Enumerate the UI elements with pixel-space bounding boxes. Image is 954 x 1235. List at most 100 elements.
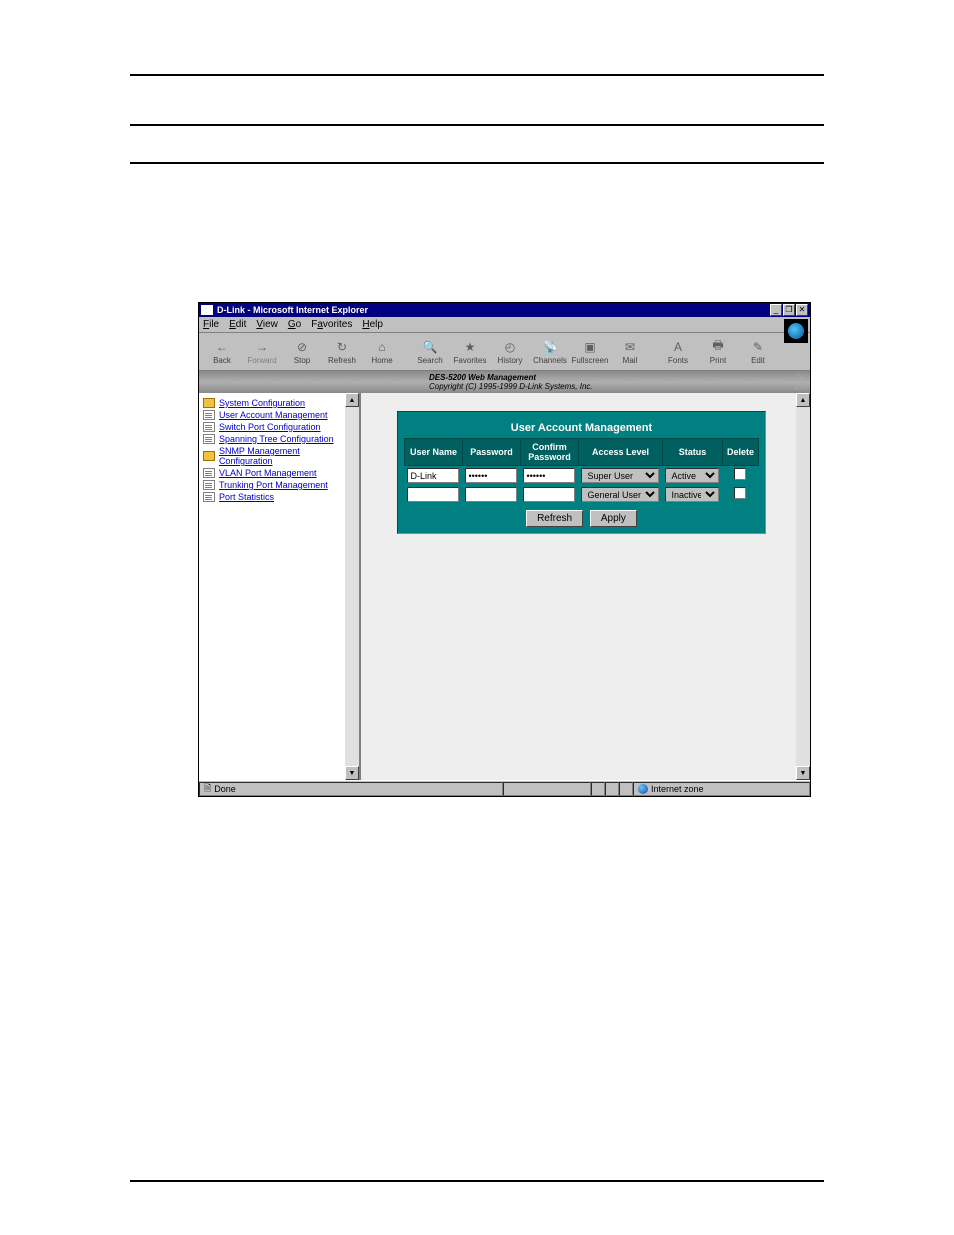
fullscreen-icon: ▣: [582, 339, 598, 355]
access-level-select[interactable]: Super User: [581, 468, 659, 483]
table-row: Super User Active: [404, 466, 758, 486]
fonts-icon: A: [670, 339, 686, 355]
col-user-name: User Name: [404, 439, 462, 466]
home-icon: ⌂: [374, 339, 390, 355]
menu-favorites[interactable]: Favorites: [311, 319, 352, 330]
delete-checkbox[interactable]: [734, 487, 746, 499]
password-input[interactable]: [465, 468, 517, 483]
toolbar: ←Back →Forward ⊘Stop ↻Refresh ⌂Home 🔍Sea…: [199, 333, 810, 371]
nav-tree: System Configuration User Account Manage…: [199, 393, 361, 780]
scroll-down-icon[interactable]: ▼: [796, 766, 810, 780]
channels-icon: 📡: [542, 339, 558, 355]
print-icon: 🖶: [710, 339, 726, 355]
page-icon: [203, 422, 215, 432]
statusbar: 🗎Done Internet zone: [199, 780, 810, 796]
history-icon: ◴: [502, 339, 518, 355]
refresh-icon: ↻: [334, 339, 350, 355]
browser-window: D-Link - Microsoft Internet Explorer _ ❐…: [198, 302, 811, 797]
menu-file[interactable]: File: [203, 319, 219, 330]
menu-help[interactable]: Help: [362, 319, 383, 330]
stop-button[interactable]: ⊘Stop: [283, 339, 321, 365]
mail-button[interactable]: ✉Mail: [611, 339, 649, 365]
status-select[interactable]: Active: [665, 468, 719, 483]
back-button[interactable]: ←Back: [203, 339, 241, 365]
nav-switch-port-configuration[interactable]: Switch Port Configuration: [199, 421, 359, 433]
banner-product: DES-5200 Web Management: [429, 373, 593, 382]
stop-icon: ⊘: [294, 339, 310, 355]
panel-title: User Account Management: [404, 418, 759, 438]
ie-page-icon: 🗎: [204, 781, 211, 797]
col-delete: Delete: [722, 439, 758, 466]
nav-system-configuration[interactable]: System Configuration: [199, 397, 359, 409]
favorites-icon: ★: [462, 339, 478, 355]
favorites-button[interactable]: ★Favorites: [451, 339, 489, 365]
col-confirm-password: Confirm Password: [520, 439, 578, 466]
close-button[interactable]: ✕: [796, 304, 808, 316]
page-icon: [203, 480, 215, 490]
ie-logo-icon: [784, 319, 808, 343]
menu-edit[interactable]: Edit: [229, 319, 246, 330]
nav-scrollbar[interactable]: ▲ ▼: [345, 393, 359, 780]
forward-icon: →: [254, 339, 270, 355]
scroll-up-icon[interactable]: ▲: [345, 393, 359, 407]
user-name-input[interactable]: [407, 487, 459, 502]
user-name-input[interactable]: [407, 468, 459, 483]
page-rule: [130, 124, 824, 126]
page-rule: [130, 1180, 824, 1182]
table-row: General User Inactive: [404, 485, 758, 504]
page-icon: [203, 492, 215, 502]
fullscreen-button[interactable]: ▣Fullscreen: [571, 339, 609, 365]
edit-button[interactable]: ✎Edit: [739, 339, 777, 365]
nav-port-statistics[interactable]: Port Statistics: [199, 491, 359, 503]
page-icon: [203, 468, 215, 478]
folder-icon: [203, 451, 215, 461]
user-account-panel: User Account Management User Name Passwo…: [397, 411, 766, 534]
confirm-password-input[interactable]: [523, 468, 575, 483]
confirm-password-input[interactable]: [523, 487, 575, 502]
nav-vlan-port-management[interactable]: VLAN Port Management: [199, 467, 359, 479]
access-level-select[interactable]: General User: [581, 487, 659, 502]
page-icon: [203, 434, 215, 444]
refresh-button[interactable]: Refresh: [526, 510, 583, 527]
col-status: Status: [662, 439, 722, 466]
status-select[interactable]: Inactive: [665, 487, 719, 502]
status-zone: Internet zone: [651, 784, 704, 794]
nav-trunking-port-management[interactable]: Trunking Port Management: [199, 479, 359, 491]
col-password: Password: [462, 439, 520, 466]
menu-go[interactable]: Go: [288, 319, 301, 330]
menubar: File Edit View Go Favorites Help: [199, 317, 810, 333]
page-banner: D-Link D-Link D-Link D-Link D-Link D-Lin…: [199, 371, 810, 393]
home-button[interactable]: ⌂Home: [363, 339, 401, 365]
fonts-button[interactable]: AFonts: [659, 339, 697, 365]
nav-spanning-tree-configuration[interactable]: Spanning Tree Configuration: [199, 433, 359, 445]
app-icon: [201, 305, 213, 315]
status-text: Done: [214, 784, 236, 794]
print-button[interactable]: 🖶Print: [699, 339, 737, 365]
user-account-table: User Name Password Confirm Password Acce…: [404, 438, 759, 504]
mail-icon: ✉: [622, 339, 638, 355]
history-button[interactable]: ◴History: [491, 339, 529, 365]
banner-copyright: Copyright (C) 1995-1999 D-Link Systems, …: [429, 382, 593, 391]
globe-icon: [638, 784, 648, 794]
search-icon: 🔍: [422, 339, 438, 355]
col-access-level: Access Level: [578, 439, 662, 466]
main-content: User Account Management User Name Passwo…: [361, 393, 810, 780]
scroll-up-icon[interactable]: ▲: [796, 393, 810, 407]
refresh-button[interactable]: ↻Refresh: [323, 339, 361, 365]
main-scrollbar[interactable]: ▲ ▼: [796, 393, 810, 780]
maximize-button[interactable]: ❐: [783, 304, 795, 316]
password-input[interactable]: [465, 487, 517, 502]
page-icon: [203, 410, 215, 420]
folder-icon: [203, 398, 215, 408]
minimize-button[interactable]: _: [770, 304, 782, 316]
forward-button[interactable]: →Forward: [243, 339, 281, 365]
menu-view[interactable]: View: [256, 319, 278, 330]
channels-button[interactable]: 📡Channels: [531, 339, 569, 365]
scroll-down-icon[interactable]: ▼: [345, 766, 359, 780]
nav-snmp-management-configuration[interactable]: SNMP Management Configuration: [199, 445, 359, 467]
window-titlebar: D-Link - Microsoft Internet Explorer _ ❐…: [199, 303, 810, 317]
apply-button[interactable]: Apply: [590, 510, 637, 527]
nav-user-account-management[interactable]: User Account Management: [199, 409, 359, 421]
search-button[interactable]: 🔍Search: [411, 339, 449, 365]
delete-checkbox[interactable]: [734, 468, 746, 480]
